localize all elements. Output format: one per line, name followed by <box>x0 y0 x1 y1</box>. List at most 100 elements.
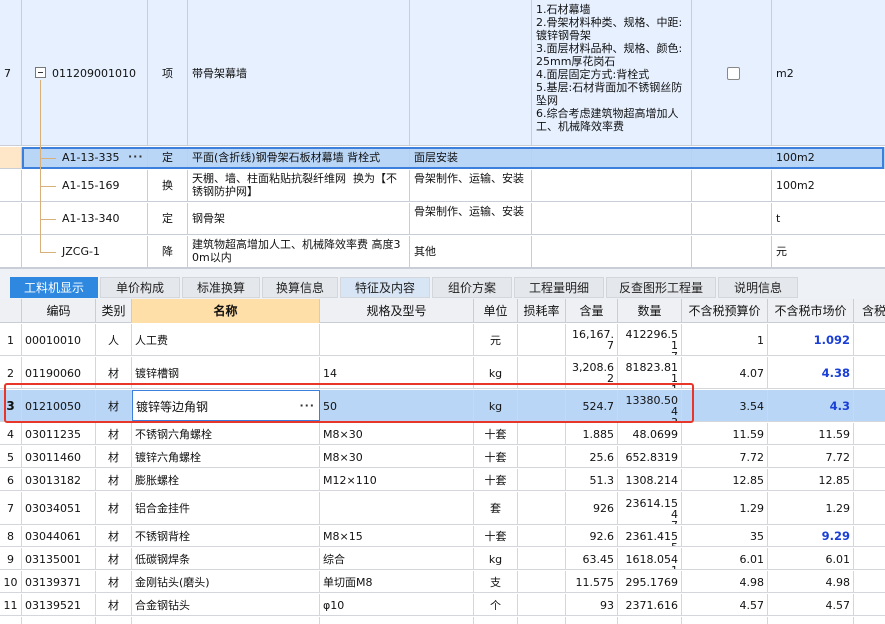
tax-price-cell[interactable] <box>854 469 885 490</box>
loss-rate-cell[interactable] <box>518 594 566 615</box>
market-price-cell[interactable]: 4.98 <box>768 571 854 592</box>
tax-price-cell[interactable] <box>854 526 885 546</box>
quantity-cell[interactable]: 652.8319 <box>618 446 682 467</box>
table-row[interactable]: 9 03135001 材 低碳钢焊条 综合 kg 63.45 1618.0541 6.01 6.0… <box>0 548 885 570</box>
unit-cell[interactable]: m2 <box>772 0 885 145</box>
loss-rate-cell[interactable] <box>518 390 566 421</box>
bill-sub-row-4[interactable]: JZCG-1 降 建筑物超高增加人工、机械降效率费 高度30m以内 其他 元 <box>0 236 885 268</box>
category-cell[interactable] <box>96 617 132 624</box>
code-cell[interactable]: 03139371 <box>22 571 96 592</box>
quantity-cell[interactable]: 1618.0541 <box>618 548 682 569</box>
check-cell[interactable] <box>692 236 772 267</box>
tax-price-cell[interactable] <box>854 446 885 467</box>
col-header-market-price[interactable]: 不含税市场价 <box>768 299 854 323</box>
col-header-code[interactable]: 编码 <box>22 299 96 323</box>
unit-cell[interactable]: 元 <box>772 236 885 267</box>
spec-cell[interactable]: 50 <box>320 390 474 421</box>
quantity-cell[interactable]: 412296.51 7 <box>618 324 682 355</box>
type-cell[interactable]: 换 <box>148 170 188 201</box>
category-cell[interactable]: 材 <box>96 357 132 388</box>
work-cell[interactable] <box>410 0 532 145</box>
tab-description[interactable]: 说明信息 <box>718 277 798 298</box>
quantity-cell[interactable]: 2371.616 <box>618 594 682 615</box>
quantity-cell[interactable]: 81823.811 1 <box>618 357 682 388</box>
unit-cell[interactable]: 支 <box>474 571 518 592</box>
col-header-unit[interactable]: 单位 <box>474 299 518 323</box>
work-cell[interactable]: 面层安装 <box>410 147 532 168</box>
quantity-cell[interactable]: 1308.214 <box>618 469 682 490</box>
spec-cell[interactable]: M12×110 <box>320 469 474 490</box>
content-cell[interactable]: 926 <box>566 492 618 524</box>
name-cell[interactable]: 膨胀螺栓 <box>132 469 320 490</box>
tax-price-cell[interactable] <box>854 390 885 421</box>
tab-standard-conversion[interactable]: 标准换算 <box>182 277 260 298</box>
unit-cell[interactable]: 十套 <box>474 469 518 490</box>
market-price-cell[interactable]: 12.85 <box>768 469 854 490</box>
table-row[interactable]: 10 03139371 材 金刚钻头(磨头) 单切面M8 支 11.575 295.1769 4… <box>0 571 885 593</box>
market-price-cell[interactable]: 4.3 <box>768 390 854 421</box>
loss-rate-cell[interactable] <box>518 423 566 444</box>
quantity-cell[interactable]: 2361.4155 <box>618 526 682 546</box>
loss-rate-cell[interactable] <box>518 469 566 490</box>
loss-rate-cell[interactable] <box>518 526 566 546</box>
budget-price-cell[interactable]: 6.01 <box>682 548 768 569</box>
spec-cell[interactable]: M8×30 <box>320 446 474 467</box>
unit-cell[interactable]: 十套 <box>474 423 518 444</box>
tax-price-cell[interactable] <box>854 492 885 524</box>
name-cell[interactable]: 合金钢钻头 <box>132 594 320 615</box>
type-cell[interactable]: 定 <box>148 147 188 168</box>
unit-cell[interactable]: 100m2 <box>772 170 885 201</box>
market-price-cell[interactable]: 4.38 <box>768 357 854 388</box>
name-cell[interactable]: 镀锌等边角钢 ··· <box>132 390 320 421</box>
tax-price-cell[interactable] <box>854 594 885 615</box>
name-cell[interactable]: 低碳钢焊条 <box>132 548 320 569</box>
tab-features-content[interactable]: 特征及内容 <box>340 277 430 298</box>
code-cell[interactable]: 03034051 <box>22 492 96 524</box>
spec-cell[interactable]: M8×15 <box>320 526 474 546</box>
spec-cell[interactable]: 综合 <box>320 548 474 569</box>
name-cell[interactable] <box>132 617 320 624</box>
code-cell[interactable]: 01210050 <box>22 390 96 421</box>
unit-cell[interactable]: 十套 <box>474 446 518 467</box>
col-header-content[interactable]: 含量 <box>566 299 618 323</box>
name-cell[interactable]: 人工费 <box>132 324 320 355</box>
table-row[interactable]: 5 03011460 材 镀锌六角螺栓 M8×30 十套 25.6 652.8319 7.72 7… <box>0 446 885 468</box>
tab-conversion-info[interactable]: 换算信息 <box>262 277 338 298</box>
market-price-cell[interactable]: 4.57 <box>768 594 854 615</box>
tab-pricing-scheme[interactable]: 组价方案 <box>432 277 512 298</box>
name-cell[interactable]: 带骨架幕墙 <box>188 0 410 145</box>
table-row[interactable]: 1 00010010 人 人工费 元 16,167. 7 412296.51 7 1 1.092 <box>0 324 885 356</box>
tax-price-cell[interactable] <box>854 324 885 355</box>
work-cell[interactable]: 骨架制作、运输、安装 <box>410 170 532 201</box>
loss-rate-cell[interactable] <box>518 446 566 467</box>
code-cell[interactable]: 03011460 <box>22 446 96 467</box>
more-options-icon[interactable]: ··· <box>299 399 315 412</box>
bill-row-7[interactable]: 7 011209001010 项 带骨架幕墙 1.石材幕墙 2.骨架材料种类、规… <box>0 0 885 146</box>
table-row[interactable]: 4 03011235 材 不锈钢六角螺栓 M8×30 十套 1.885 48.0699 11.5… <box>0 423 885 445</box>
budget-price-cell[interactable]: 12.85 <box>682 469 768 490</box>
budget-price-cell[interactable]: 3.54 <box>682 390 768 421</box>
tab-quantity-detail[interactable]: 工程量明细 <box>514 277 604 298</box>
loss-rate-cell[interactable] <box>518 548 566 569</box>
col-header-budget-price[interactable]: 不含税预算价 <box>682 299 768 323</box>
code-cell[interactable]: 03011235 <box>22 423 96 444</box>
spec-cell[interactable]: 14 <box>320 357 474 388</box>
check-cell[interactable] <box>692 147 772 168</box>
category-cell[interactable]: 材 <box>96 571 132 592</box>
collapse-toggle-icon[interactable] <box>35 67 46 78</box>
code-cell[interactable]: 03139521 <box>22 594 96 615</box>
code-cell[interactable]: 03013182 <box>22 469 96 490</box>
budget-price-cell[interactable]: 7.72 <box>682 446 768 467</box>
unit-cell[interactable]: kg <box>474 390 518 421</box>
category-cell[interactable]: 材 <box>96 423 132 444</box>
col-header-quantity[interactable]: 数量 <box>618 299 682 323</box>
unit-cell[interactable]: 元 <box>474 324 518 355</box>
tax-price-cell[interactable] <box>854 617 885 624</box>
name-cell[interactable]: 镀锌槽钢 <box>132 357 320 388</box>
unit-cell[interactable] <box>474 617 518 624</box>
category-cell[interactable]: 材 <box>96 492 132 524</box>
bill-sub-row-2[interactable]: A1-15-169 换 天棚、墙、柱面粘贴抗裂纤维网 换为【不锈钢防护网】 骨架… <box>0 170 885 202</box>
code-cell[interactable] <box>22 617 96 624</box>
feature-cell[interactable] <box>532 203 692 234</box>
tab-resource-display[interactable]: 工料机显示 <box>10 277 98 298</box>
